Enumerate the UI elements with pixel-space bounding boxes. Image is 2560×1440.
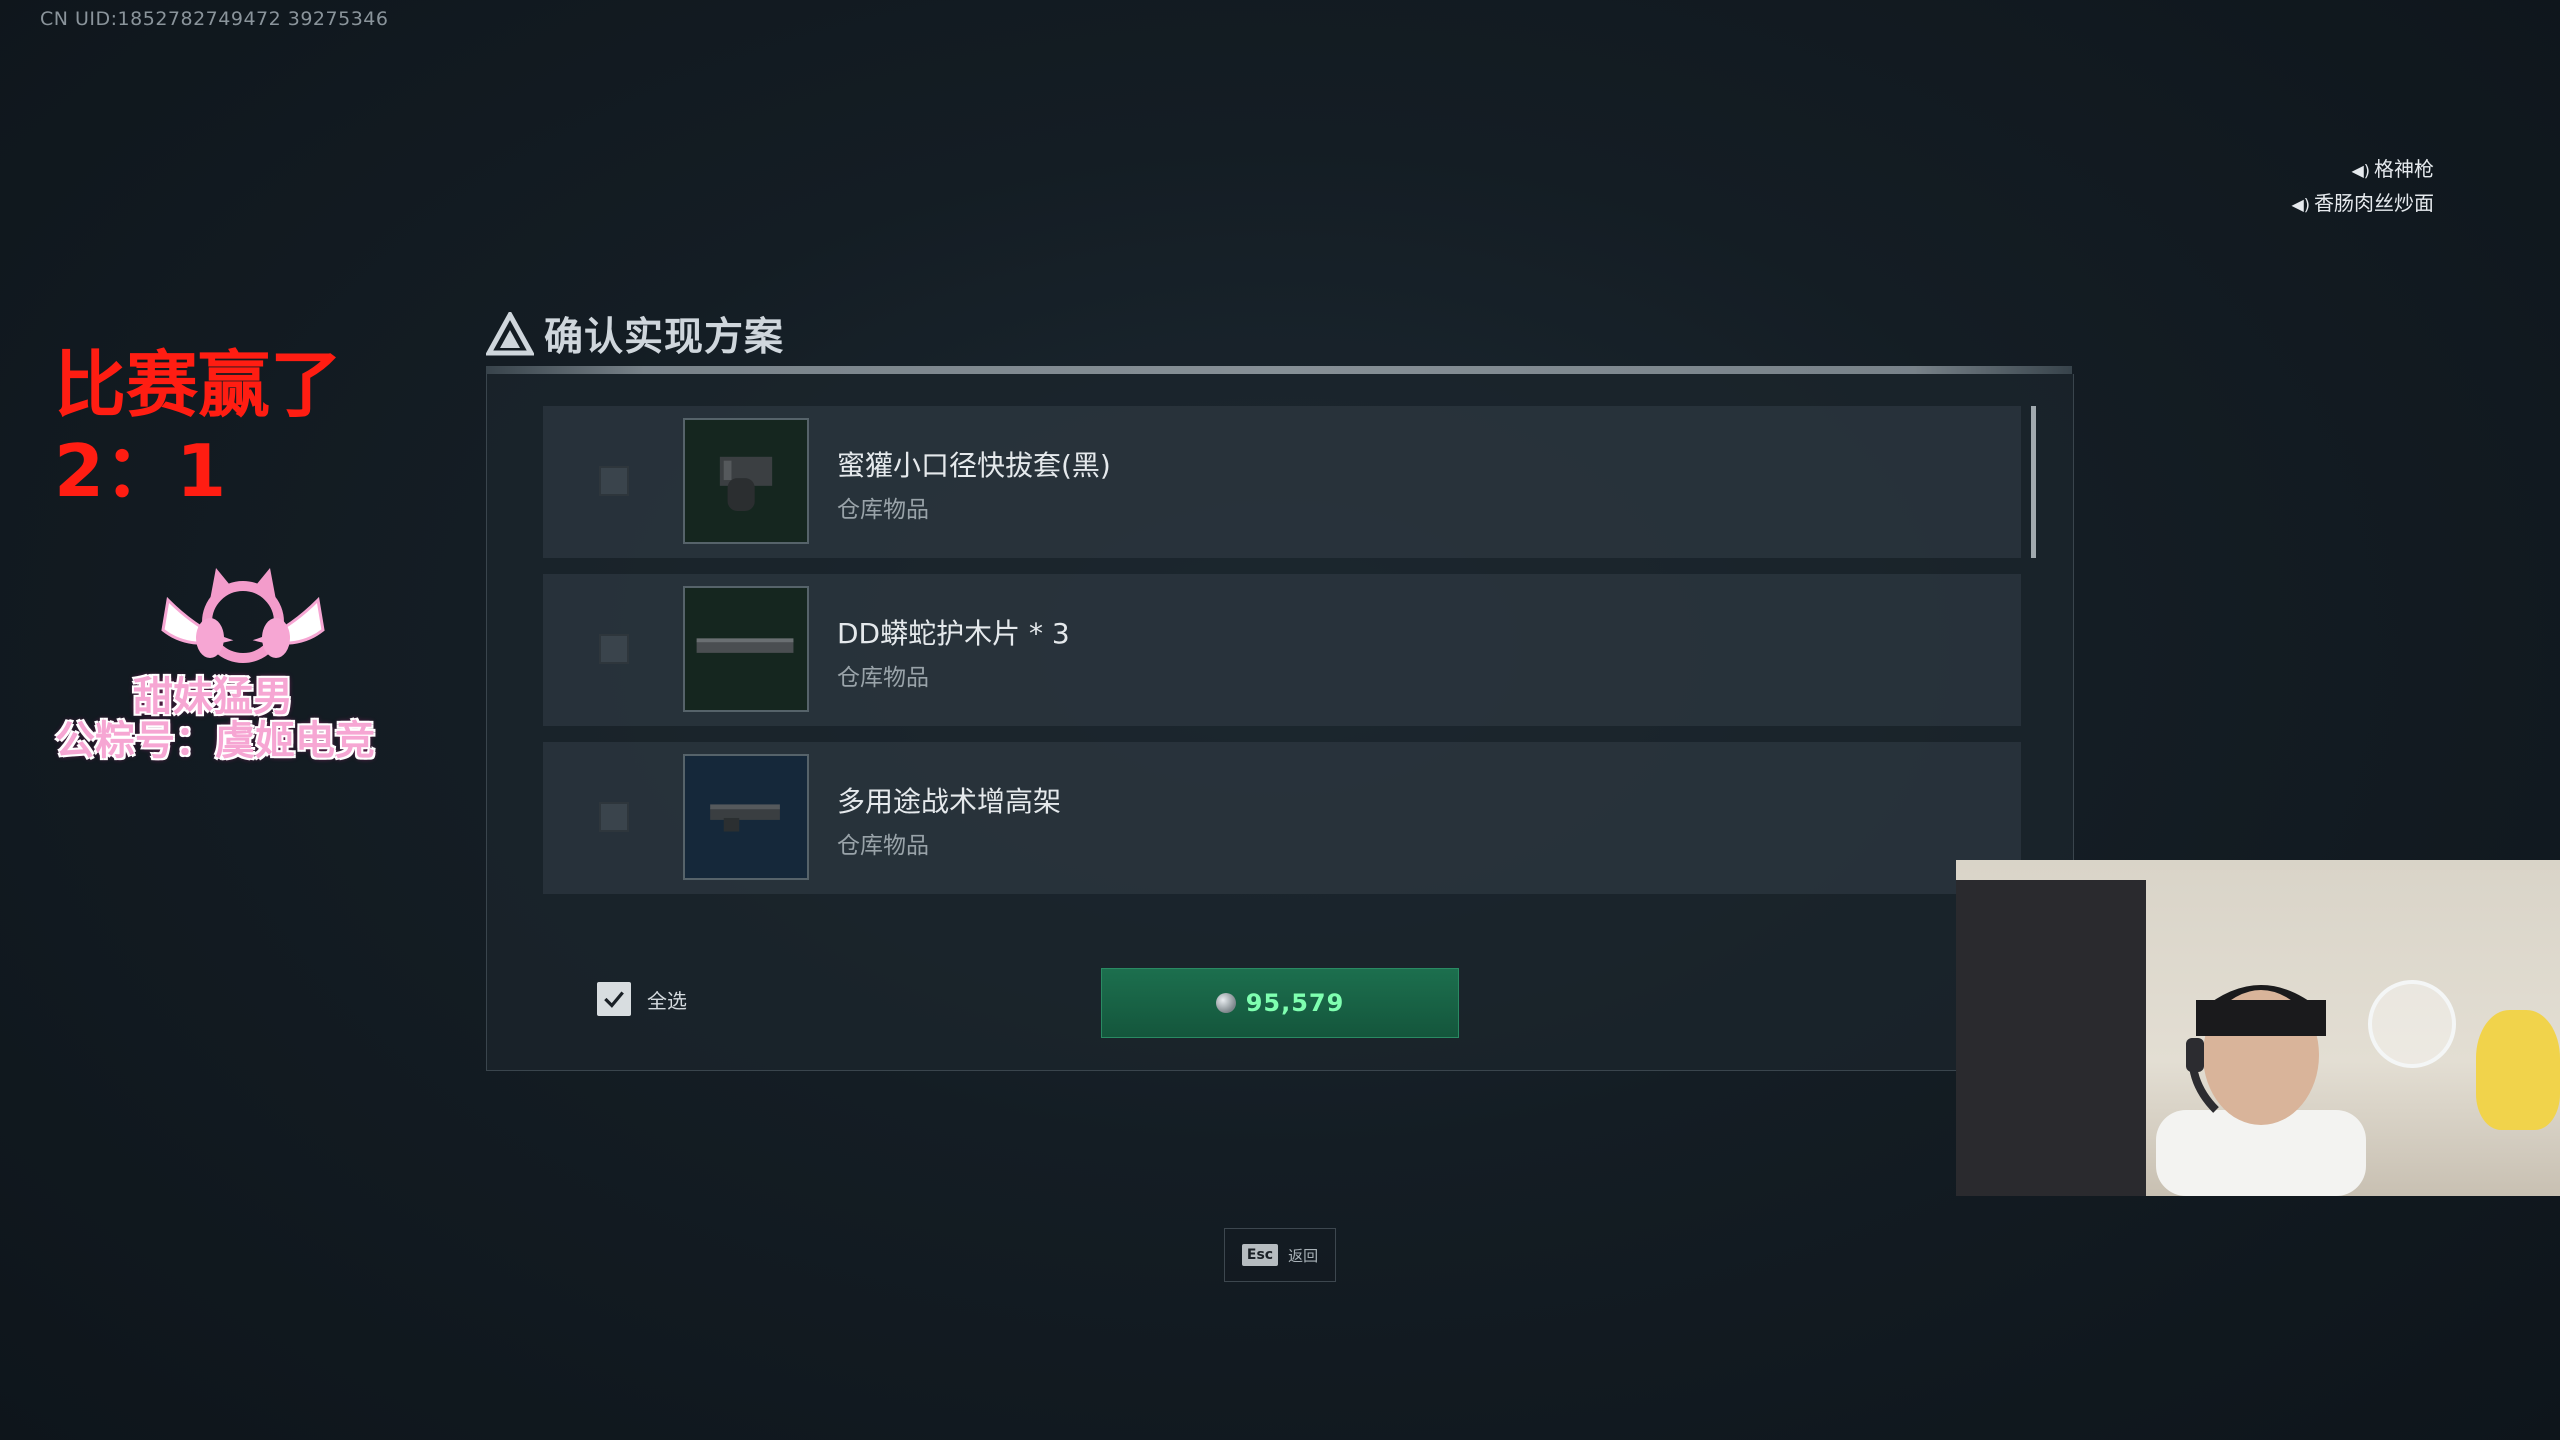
handguard-rail-icon	[696, 638, 794, 653]
score-headline: 比赛赢了	[54, 343, 343, 427]
checkmark-icon	[604, 991, 624, 1008]
score-value: 2：1	[54, 429, 227, 513]
back-label: 返回	[1288, 1246, 1319, 1265]
voice-line-item: ◀) 格神枪	[2291, 152, 2434, 186]
streamer-image	[2156, 985, 2366, 1196]
item-source: 仓库物品	[837, 833, 929, 859]
item-checkbox[interactable]	[599, 634, 629, 664]
list-scrollbar[interactable]	[2031, 406, 2036, 558]
item-name: 多用途战术增高架	[837, 785, 1062, 818]
confirm-plan-dialog: 蜜獾小口径快拔套(黑) 仓库物品 DD蟒蛇护木片 * 3 仓库物品 多用途战术增…	[486, 374, 2074, 1071]
item-source: 仓库物品	[837, 497, 929, 523]
dialog-title: 确认实现方案	[486, 306, 784, 362]
holster-icon	[719, 456, 773, 512]
select-all-toggle[interactable]: 全选	[597, 982, 687, 1016]
item-thumbnail	[683, 754, 809, 880]
item-checkbox[interactable]	[599, 802, 629, 832]
delta-logo-icon	[486, 312, 534, 356]
speaker-icon: ◀)	[2351, 161, 2370, 180]
item-thumbnail	[683, 418, 809, 544]
webcam-overlay	[1956, 860, 2560, 1196]
esc-key-icon: Esc	[1241, 1244, 1279, 1266]
voice-line-label: 香肠肉丝炒面	[2314, 191, 2434, 215]
fan-image	[2368, 980, 2456, 1068]
voice-line-item: ◀) 香肠肉丝炒面	[2291, 186, 2434, 220]
esc-back-button[interactable]: Esc 返回	[1224, 1228, 1336, 1282]
streamer-logo: 甜妹猛男 公粽号：虞姬电竞	[30, 560, 400, 764]
title-divider	[486, 366, 2072, 374]
coin-icon	[1215, 993, 1236, 1013]
logo-account: 公粽号：虞姬电竞	[55, 718, 375, 764]
list-item[interactable]: DD蟒蛇护木片 * 3 仓库物品	[543, 574, 2021, 726]
item-list[interactable]: 蜜獾小口径快拔套(黑) 仓库物品 DD蟒蛇护木片 * 3 仓库物品 多用途战术增…	[543, 406, 2021, 926]
confirm-button[interactable]: 95,579	[1101, 968, 1459, 1038]
uid-label: CN UID:1852782749472 39275346	[40, 8, 389, 30]
select-all-checkbox[interactable]	[597, 982, 631, 1016]
shelf-image	[1956, 880, 2146, 1196]
riser-mount-icon	[710, 804, 780, 832]
list-item[interactable]: 多用途战术增高架 仓库物品	[543, 742, 2021, 894]
cat-headphone-wings-icon	[161, 568, 325, 663]
stream-score-overlay: 比赛赢了 2：1	[54, 342, 342, 514]
item-name: DD蟒蛇护木片 * 3	[837, 617, 1070, 650]
speaker-icon: ◀)	[2291, 195, 2310, 214]
voice-line-list: ◀) 格神枪 ◀) 香肠肉丝炒面	[2291, 152, 2434, 220]
select-all-label: 全选	[647, 988, 687, 1013]
voice-line-label: 格神枪	[2374, 157, 2434, 181]
confirm-value: 95,579	[1245, 989, 1345, 1017]
item-thumbnail	[683, 586, 809, 712]
item-source: 仓库物品	[837, 665, 929, 691]
item-checkbox[interactable]	[599, 466, 629, 496]
dialog-title-text: 确认实现方案	[544, 315, 785, 360]
list-item[interactable]: 蜜獾小口径快拔套(黑) 仓库物品	[543, 406, 2021, 558]
plushie-image	[2476, 1010, 2560, 1130]
item-name: 蜜獾小口径快拔套(黑)	[837, 449, 1111, 482]
